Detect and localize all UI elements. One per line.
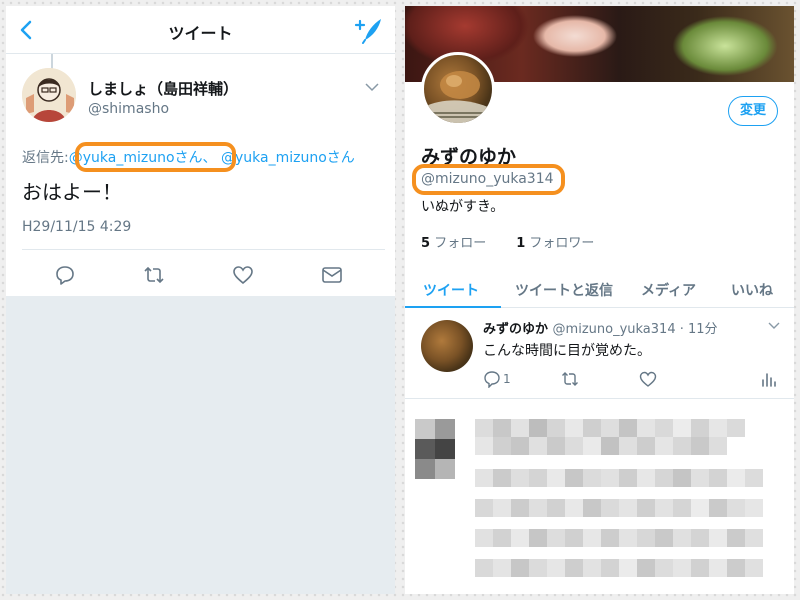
timeline-handle-time: @mizuno_yuka314 · 11分	[552, 322, 718, 337]
tweet-text: おはよー！	[22, 180, 122, 204]
following-count: 5	[421, 236, 431, 251]
reply-icon[interactable]	[54, 264, 76, 286]
retweet-icon[interactable]	[561, 370, 579, 388]
timeline-author-name: みずのゆか	[483, 322, 549, 337]
tweet-timestamp: H29/11/15 4:29	[22, 219, 132, 235]
author-avatar[interactable]	[22, 68, 76, 122]
timeline-tweet-text: こんな時間に目が覚めた。	[483, 343, 651, 359]
timeline-author[interactable]: みずのゆか @mizuno_yuka314 · 11分	[483, 318, 718, 337]
nav-title: ツイート	[168, 24, 233, 43]
author-name[interactable]: しましょ（島田祥輔）	[88, 78, 238, 99]
highlight-annotation	[75, 142, 236, 172]
direct-message-icon[interactable]	[321, 264, 343, 286]
compose-tweet-icon[interactable]	[353, 16, 383, 44]
reply-prefix: 返信先:	[22, 150, 69, 166]
chevron-down-icon[interactable]	[768, 322, 780, 330]
tab-media[interactable]: メディア	[641, 280, 696, 300]
author-handle[interactable]: @shimasho	[88, 101, 169, 117]
tweet-detail-panel: ツイート しましょ（島田祥輔） @shimasho 返信先:@yuka_mizu…	[6, 6, 395, 594]
profile-tabs: ツイート ツイートと返信 メディア いいね	[405, 266, 794, 308]
pixelated-tweet-censored	[405, 399, 794, 594]
profile-panel: 変更 みずのゆか @mizuno_yuka314 いぬがすき。 5 フォロー 1 …	[405, 6, 794, 594]
tab-likes[interactable]: いいね	[731, 280, 773, 300]
tweet-actions	[6, 256, 395, 292]
reply-count: 1	[503, 372, 511, 386]
followers-label: フォロワー	[529, 236, 595, 251]
highlight-annotation	[412, 164, 565, 195]
mosaic-blur-image	[415, 419, 763, 577]
tweet-author: しましょ（島田祥輔） @shimasho	[22, 68, 385, 128]
empty-area	[6, 296, 395, 594]
edit-profile-button[interactable]: 変更	[728, 96, 778, 126]
tab-tweets-and-replies[interactable]: ツイートと返信	[515, 280, 613, 300]
reply-icon[interactable]	[483, 370, 501, 388]
follow-stats: 5 フォロー 1 フォロワー	[421, 232, 594, 251]
followers-count: 1	[516, 236, 526, 251]
followers-link[interactable]: 1 フォロワー	[516, 236, 594, 251]
profile-avatar[interactable]	[421, 52, 495, 126]
retweet-icon[interactable]	[143, 264, 165, 286]
nav-bar: ツイート	[6, 6, 395, 54]
dog-photo-icon	[424, 71, 492, 123]
following-label: フォロー	[434, 236, 487, 251]
like-heart-icon[interactable]	[232, 264, 254, 286]
analytics-icon[interactable]	[760, 370, 778, 388]
timeline-avatar[interactable]	[421, 320, 473, 372]
following-link[interactable]: 5 フォロー	[421, 236, 486, 251]
like-heart-icon[interactable]	[639, 370, 657, 388]
illustrated-avatar-icon	[22, 68, 76, 122]
divider	[22, 249, 385, 250]
active-tab-indicator	[405, 306, 501, 308]
timeline-tweet-actions: 1	[483, 368, 784, 392]
tab-tweets[interactable]: ツイート	[423, 280, 479, 300]
chevron-down-icon[interactable]	[365, 82, 379, 92]
reply-mention-link[interactable]: @yuka_mizunoさん	[221, 150, 355, 166]
profile-bio: いぬがすき。	[421, 199, 505, 215]
